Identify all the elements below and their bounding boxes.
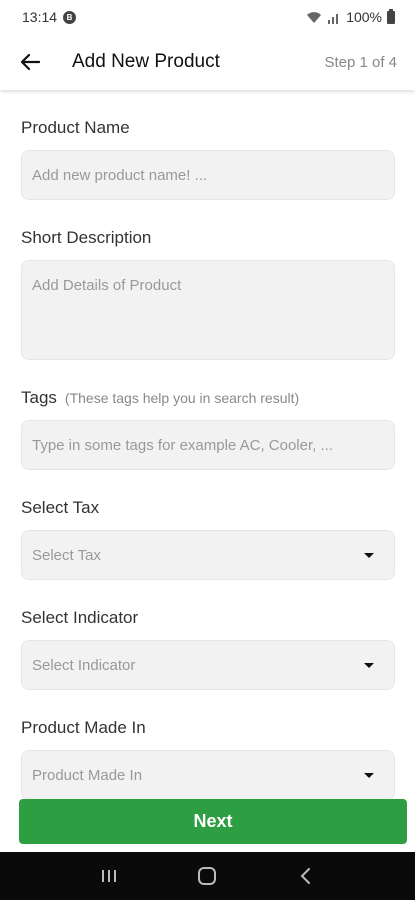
dropdown-caret-icon [364, 772, 374, 778]
recent-apps-button[interactable] [89, 856, 129, 896]
made-in-placeholder: Product Made In [32, 766, 143, 784]
arrow-left-icon [20, 53, 40, 71]
tags-label-row: Tags (These tags help you in search resu… [21, 388, 395, 408]
app-bar: Add New Product Step 1 of 4 [0, 34, 415, 90]
battery-icon [387, 8, 395, 24]
tax-select[interactable]: Select Tax [21, 530, 395, 580]
signal-icon [328, 13, 339, 24]
notification-icon: B [63, 10, 77, 24]
indicator-label: Select Indicator [21, 608, 139, 627]
back-nav-button[interactable] [286, 856, 326, 896]
system-nav-bar [0, 852, 415, 900]
next-button[interactable]: Next [19, 799, 407, 844]
made-in-select[interactable]: Product Made In [21, 750, 395, 800]
tax-label: Select Tax [21, 498, 100, 517]
short-description-label: Short Description [21, 228, 152, 247]
back-button[interactable] [18, 50, 42, 74]
wifi-icon [307, 11, 322, 23]
status-bar: 13:14 B 100% [0, 0, 415, 34]
status-right: 100% [306, 8, 395, 25]
chevron-left-icon [300, 868, 310, 884]
product-form: Product Name Add new product name! ... S… [21, 90, 395, 800]
product-name-label: Product Name [21, 118, 130, 137]
recent-apps-icon [102, 870, 117, 882]
short-description-textarea[interactable]: Add Details of Product [21, 260, 395, 360]
made-in-label: Product Made In [21, 718, 146, 737]
product-name-placeholder: Add new product name! ... [32, 166, 208, 184]
tags-label: Tags [21, 388, 57, 407]
dropdown-caret-icon [364, 552, 374, 558]
tax-placeholder: Select Tax [32, 546, 101, 564]
battery-percent: 100% [346, 9, 382, 25]
indicator-select[interactable]: Select Indicator [21, 640, 395, 690]
dropdown-caret-icon [364, 662, 374, 668]
short-description-placeholder: Add Details of Product [32, 277, 182, 294]
page-title: Add New Product [72, 51, 220, 72]
home-icon [198, 867, 217, 885]
tags-hint: (These tags help you in search result) [64, 390, 300, 406]
indicator-placeholder: Select Indicator [32, 656, 136, 674]
product-name-input[interactable]: Add new product name! ... [21, 150, 395, 200]
home-button[interactable] [187, 856, 227, 896]
status-left: 13:14 B [22, 9, 77, 25]
tags-placeholder: Type in some tags for example AC, Cooler… [32, 436, 333, 454]
status-time: 13:14 [22, 9, 58, 25]
step-indicator: Step 1 of 4 [324, 53, 397, 71]
tags-input[interactable]: Type in some tags for example AC, Cooler… [21, 420, 395, 470]
